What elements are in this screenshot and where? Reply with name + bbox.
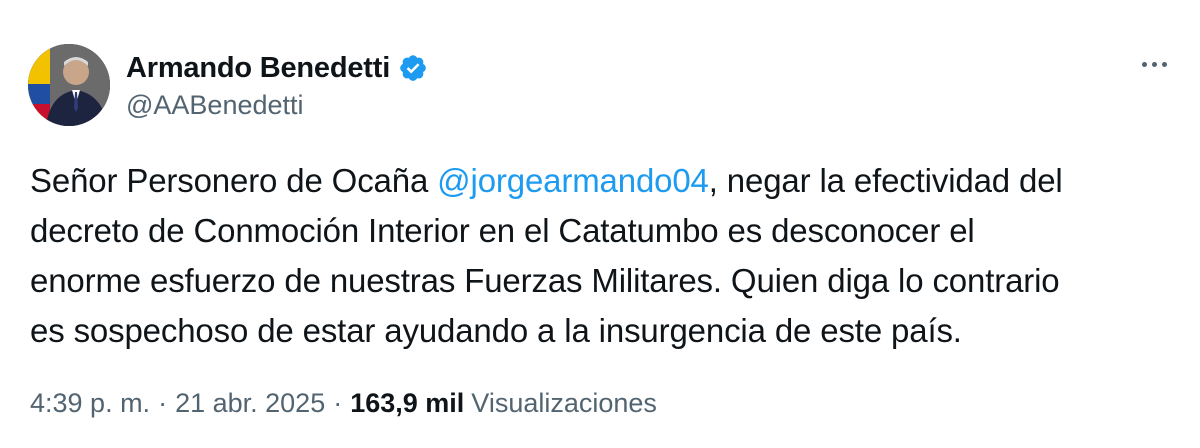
tweet-date[interactable]: 21 abr. 2025	[175, 388, 325, 419]
author-name-row: Armando Benedetti	[126, 50, 428, 86]
avatar-image	[28, 44, 110, 126]
meta-separator: ·	[158, 388, 168, 418]
views-count[interactable]: 163,9 mil	[350, 388, 464, 419]
avatar[interactable]	[28, 44, 110, 126]
meta-separator: ·	[333, 388, 343, 418]
tweet-card: Armando Benedetti @AABenedetti Señor Per…	[0, 0, 1200, 448]
verified-badge-icon	[398, 53, 428, 83]
mention-link[interactable]: @jorgearmando04	[437, 162, 709, 199]
tweet-line-3: enorme esfuerzo de nuestras Fuerzas Mili…	[30, 262, 1060, 299]
author-display-name[interactable]: Armando Benedetti	[126, 52, 390, 85]
tweet-line-2: decreto de Conmoción Interior en el Cata…	[30, 212, 975, 249]
tweet-text: Señor Personero de Ocaña @jorgearmando04…	[30, 156, 1160, 356]
tweet-time[interactable]: 4:39 p. m.	[30, 388, 150, 419]
tweet-line-1: Señor Personero de Ocaña @jorgearmando04…	[30, 162, 1063, 199]
author-handle[interactable]: @AABenedetti	[126, 90, 304, 121]
more-options-icon[interactable]	[1134, 52, 1174, 76]
views-label: Visualizaciones	[471, 388, 657, 418]
tweet-line-4: es sospechoso de estar ayudando a la ins…	[30, 312, 962, 349]
tweet-meta: 4:39 p. m. · 21 abr. 2025 · 163,9 mil Vi…	[30, 388, 657, 419]
